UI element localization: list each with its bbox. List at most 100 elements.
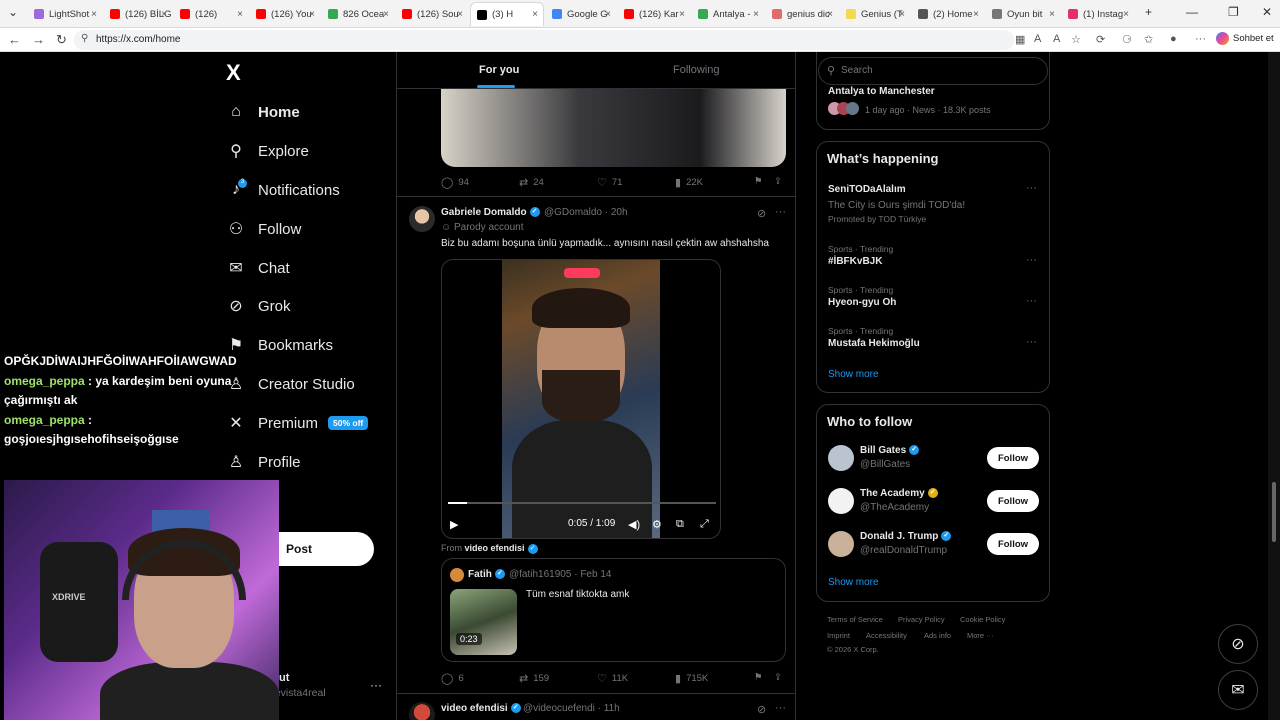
nav-item-creator-studio[interactable]: ♙ Creator Studio <box>226 372 355 396</box>
quote-video-thumbnail[interactable] <box>450 589 517 655</box>
video-progress-bar[interactable] <box>448 502 716 504</box>
tab-close-icon[interactable]: × <box>973 9 979 20</box>
footer-link[interactable]: Terms of Service <box>827 615 883 624</box>
bookmark-icon[interactable]: ⚑ <box>754 672 763 683</box>
repost-action[interactable]: ⇄ 159 <box>519 672 549 685</box>
tab-list-icon[interactable]: ⌄ <box>8 5 18 19</box>
browser-tab[interactable]: (126) Sou × <box>396 2 468 26</box>
tab-close-icon[interactable]: × <box>237 9 243 20</box>
maximize-icon[interactable]: ❐ <box>1228 5 1239 19</box>
next-post-time[interactable]: 11h <box>604 703 620 714</box>
bookmark-icon[interactable]: ⚑ <box>754 176 763 187</box>
browser-tab[interactable]: (2) Home × <box>912 2 984 26</box>
scrollbar-thumb[interactable] <box>1272 482 1276 542</box>
browser-tab[interactable]: (126) × <box>174 2 248 26</box>
split-icon[interactable]: ⚆ <box>1122 33 1132 46</box>
views-action[interactable]: ▮ 22K <box>675 176 703 189</box>
tab-close-icon[interactable]: × <box>753 9 759 20</box>
tab-following[interactable]: Following <box>673 64 719 76</box>
settings-icon[interactable]: ⚙ <box>652 518 662 531</box>
avatar[interactable] <box>828 488 854 514</box>
more-icon[interactable]: ··· <box>1026 295 1037 307</box>
tab-close-icon[interactable]: × <box>309 9 315 20</box>
footer-link[interactable]: Accessibility <box>866 631 907 640</box>
like-action[interactable]: ♡ 71 <box>597 176 622 189</box>
repost-action[interactable]: ⇄ 24 <box>519 176 544 189</box>
forward-icon[interactable]: → <box>32 32 45 47</box>
nav-item-profile[interactable]: ♙ Profile <box>226 450 301 474</box>
browser-tab[interactable]: (3) H × <box>470 2 544 26</box>
footer-link[interactable]: More ··· <box>967 631 994 640</box>
more-icon[interactable]: ··· <box>1026 336 1037 348</box>
avatar[interactable] <box>409 206 435 232</box>
avatar[interactable] <box>828 445 854 471</box>
nav-item-grok[interactable]: ⊘ Grok <box>226 294 290 318</box>
page-scrollbar[interactable] <box>1268 52 1280 720</box>
browser-tab[interactable]: Genius (T × <box>840 2 910 26</box>
account-more-icon[interactable]: ··· <box>370 678 382 692</box>
video-player[interactable]: ▶ 0:05 / 1:09 ◀) ⚙ ⧉ ⤢ <box>441 259 721 539</box>
extensions-icon[interactable]: ⟳ <box>1096 33 1105 46</box>
profile-avatar-icon[interactable]: ● <box>1170 33 1177 45</box>
browser-tab[interactable]: (126) BİLG × <box>104 2 172 26</box>
tab-for-you[interactable]: For you <box>479 64 519 76</box>
nav-item-home[interactable]: ⌂ Home <box>226 100 300 124</box>
show-more-trends[interactable]: Show more <box>828 369 879 380</box>
show-more-follow[interactable]: Show more <box>828 577 879 588</box>
tab-close-icon[interactable]: × <box>91 9 97 20</box>
browser-tab[interactable]: Google G × <box>546 2 616 26</box>
browser-tab[interactable]: (1) Instag × <box>1062 2 1134 26</box>
tab-close-icon[interactable]: × <box>1123 9 1129 20</box>
post-time[interactable]: 20h <box>611 207 628 218</box>
previous-post-media[interactable] <box>441 89 786 167</box>
tab-close-icon[interactable]: × <box>532 9 538 20</box>
next-post-author-name[interactable]: video efendisi ✓ <box>441 703 521 714</box>
x-logo[interactable]: X <box>226 60 241 86</box>
footer-link[interactable]: Privacy Policy <box>898 615 945 624</box>
site-info-icon[interactable]: ⚲ <box>81 33 88 44</box>
share-icon[interactable]: ⇪ <box>774 672 782 683</box>
follow-button[interactable]: Follow <box>987 447 1039 469</box>
browser-tab[interactable]: (126) Kar × <box>618 2 690 26</box>
new-tab-button[interactable]: + <box>1145 5 1152 19</box>
translate-icon[interactable]: A <box>1034 33 1041 45</box>
settings-more-icon[interactable]: ··· <box>1195 33 1206 45</box>
post-author-name[interactable]: Gabriele Domaldo ✓ <box>441 207 540 218</box>
tab-close-icon[interactable]: × <box>457 9 463 20</box>
grok-icon[interactable]: ⊘ <box>757 703 766 716</box>
avatar[interactable] <box>409 702 435 720</box>
tab-close-icon[interactable]: × <box>827 9 833 20</box>
minimize-icon[interactable]: — <box>1186 5 1198 19</box>
tab-close-icon[interactable]: × <box>605 9 611 20</box>
from-account[interactable]: video efendisi <box>465 543 525 553</box>
grok-fab[interactable]: ⊘ <box>1218 624 1258 664</box>
reload-icon[interactable]: ↻ <box>56 32 67 48</box>
nav-item-premium[interactable]: ✕ Premium 50% off <box>226 411 369 435</box>
close-window-icon[interactable]: ✕ <box>1262 5 1272 19</box>
like-action[interactable]: ♡ 11K <box>597 672 628 685</box>
reply-action[interactable]: ◯ 6 <box>441 672 464 685</box>
copilot-button[interactable]: Sohbet et <box>1216 32 1274 45</box>
nav-item-explore[interactable]: ⚲ Explore <box>226 139 309 163</box>
tab-close-icon[interactable]: × <box>679 9 685 20</box>
favorite-icon[interactable]: ☆ <box>1071 33 1081 46</box>
views-action[interactable]: ▮ 715K <box>675 672 708 685</box>
quote-avatar[interactable] <box>450 568 464 582</box>
read-aloud-icon[interactable]: A <box>1053 33 1060 45</box>
browser-tab[interactable]: (126) You × <box>250 2 320 26</box>
play-icon[interactable]: ▶ <box>450 518 458 531</box>
volume-icon[interactable]: ◀) <box>628 518 640 531</box>
browser-tab[interactable]: 826 Ocea × <box>322 2 394 26</box>
footer-link[interactable]: Imprint <box>827 631 850 640</box>
tab-close-icon[interactable]: × <box>899 9 905 20</box>
back-icon[interactable]: ← <box>8 32 21 47</box>
avatar[interactable] <box>828 531 854 557</box>
reply-action[interactable]: ◯ 94 <box>441 176 469 189</box>
more-icon[interactable]: ··· <box>775 206 786 218</box>
browser-tab[interactable]: genius dic × <box>766 2 838 26</box>
nav-item-follow[interactable]: ⚇ Follow <box>226 217 302 241</box>
fullscreen-icon[interactable]: ⤢ <box>700 518 709 531</box>
app-icon[interactable]: ▦ <box>1015 33 1025 46</box>
pip-icon[interactable]: ⧉ <box>676 518 684 531</box>
quote-author-name[interactable]: Fatih ✓ <box>468 569 505 580</box>
